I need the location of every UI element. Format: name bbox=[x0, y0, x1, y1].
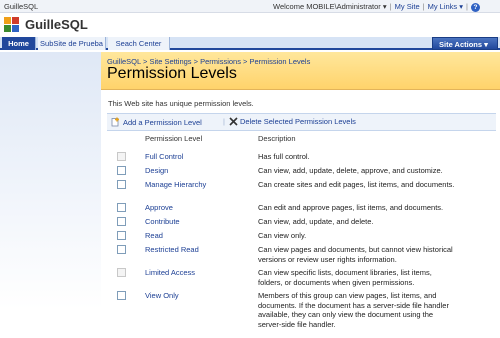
permission-level-description: Can view, add, update, and delete. bbox=[258, 217, 374, 226]
row-checkbox[interactable] bbox=[117, 166, 126, 175]
permission-level-link[interactable]: Contribute bbox=[145, 217, 180, 226]
tab-search-center[interactable]: Seach Center bbox=[108, 37, 170, 50]
chevron-down-icon[interactable]: ▾ bbox=[484, 40, 488, 49]
column-header-permission-level: Permission Level bbox=[145, 134, 203, 143]
permission-level-description: Can view specific lists, document librar… bbox=[258, 268, 432, 287]
page-title: Permission Levels bbox=[107, 65, 237, 82]
tab-subsite-de-prueba[interactable]: SubSite de Prueba bbox=[38, 37, 106, 50]
site-title[interactable]: GuilleSQL bbox=[25, 17, 88, 32]
row-checkbox[interactable] bbox=[117, 291, 126, 300]
permission-level-link[interactable]: Design bbox=[145, 166, 168, 175]
tab-home[interactable]: Home bbox=[2, 37, 36, 50]
help-icon[interactable]: ? bbox=[471, 3, 480, 12]
my-links-text[interactable]: My Links bbox=[428, 2, 458, 11]
row-checkbox[interactable] bbox=[117, 180, 126, 189]
add-permission-level-label[interactable]: Add a Permission Level bbox=[123, 118, 202, 127]
row-checkbox bbox=[117, 268, 126, 277]
permission-level-link[interactable]: Full Control bbox=[145, 152, 183, 161]
divider: | bbox=[389, 2, 392, 11]
my-site-link[interactable]: My Site bbox=[395, 2, 420, 11]
add-page-icon bbox=[111, 117, 121, 129]
permission-level-link[interactable]: Approve bbox=[145, 203, 173, 212]
top-nav-tabs: Home SubSite de Prueba Seach Center bbox=[0, 37, 500, 50]
unique-permissions-message: This Web site has unique permission leve… bbox=[108, 99, 254, 108]
global-site-link[interactable]: GuilleSQL bbox=[4, 2, 38, 11]
permission-level-link[interactable]: Read bbox=[145, 231, 163, 240]
row-checkbox[interactable] bbox=[117, 203, 126, 212]
permission-level-link[interactable]: Limited Access bbox=[145, 268, 195, 277]
row-checkbox[interactable] bbox=[117, 231, 126, 240]
delete-permission-levels-button[interactable]: Delete Selected Permission Levels bbox=[229, 117, 356, 128]
my-links-menu[interactable]: My Links ▾ bbox=[428, 2, 463, 11]
permission-level-description: Can create sites and edit pages, list it… bbox=[258, 180, 455, 189]
divider: | bbox=[422, 2, 425, 11]
add-permission-level-button[interactable]: Add a Permission Level bbox=[111, 117, 202, 129]
permission-level-description: Can view only. bbox=[258, 231, 307, 240]
toolbar-divider: | bbox=[223, 117, 225, 126]
left-navigation bbox=[0, 52, 101, 338]
permission-level-link[interactable]: Restricted Read bbox=[145, 245, 199, 254]
toolbar: Add a Permission Level | Delete Selected… bbox=[107, 113, 496, 131]
permission-level-description: Can view, add, update, delete, approve, … bbox=[258, 166, 443, 175]
welcome-menu[interactable]: Welcome MOBILE\Administrator ▾ bbox=[273, 2, 387, 11]
delete-permission-levels-label[interactable]: Delete Selected Permission Levels bbox=[240, 117, 356, 126]
permission-level-description: Can view pages and documents, but cannot… bbox=[258, 245, 453, 264]
row-checkbox bbox=[117, 152, 126, 161]
row-checkbox[interactable] bbox=[117, 245, 126, 254]
permission-level-link[interactable]: Manage Hierarchy bbox=[145, 180, 206, 189]
permission-level-description: Can edit and approve pages, list items, … bbox=[258, 203, 444, 212]
row-checkbox[interactable] bbox=[117, 217, 126, 226]
site-actions-button[interactable]: Site Actions ▾ bbox=[432, 37, 498, 50]
delete-x-icon bbox=[229, 117, 238, 128]
site-actions-label[interactable]: Site Actions bbox=[439, 40, 482, 49]
permission-level-description: Has full control. bbox=[258, 152, 310, 161]
sharepoint-logo-icon bbox=[4, 17, 21, 34]
column-header-description: Description bbox=[258, 134, 296, 143]
permission-level-link[interactable]: View Only bbox=[145, 291, 179, 300]
welcome-text[interactable]: Welcome MOBILE\Administrator bbox=[273, 2, 381, 11]
divider: | bbox=[466, 2, 468, 11]
welcome-menu-bar: Welcome MOBILE\Administrator ▾ | My Site | M… bbox=[273, 2, 480, 12]
permission-level-description: Members of this group can view pages, li… bbox=[258, 291, 449, 329]
